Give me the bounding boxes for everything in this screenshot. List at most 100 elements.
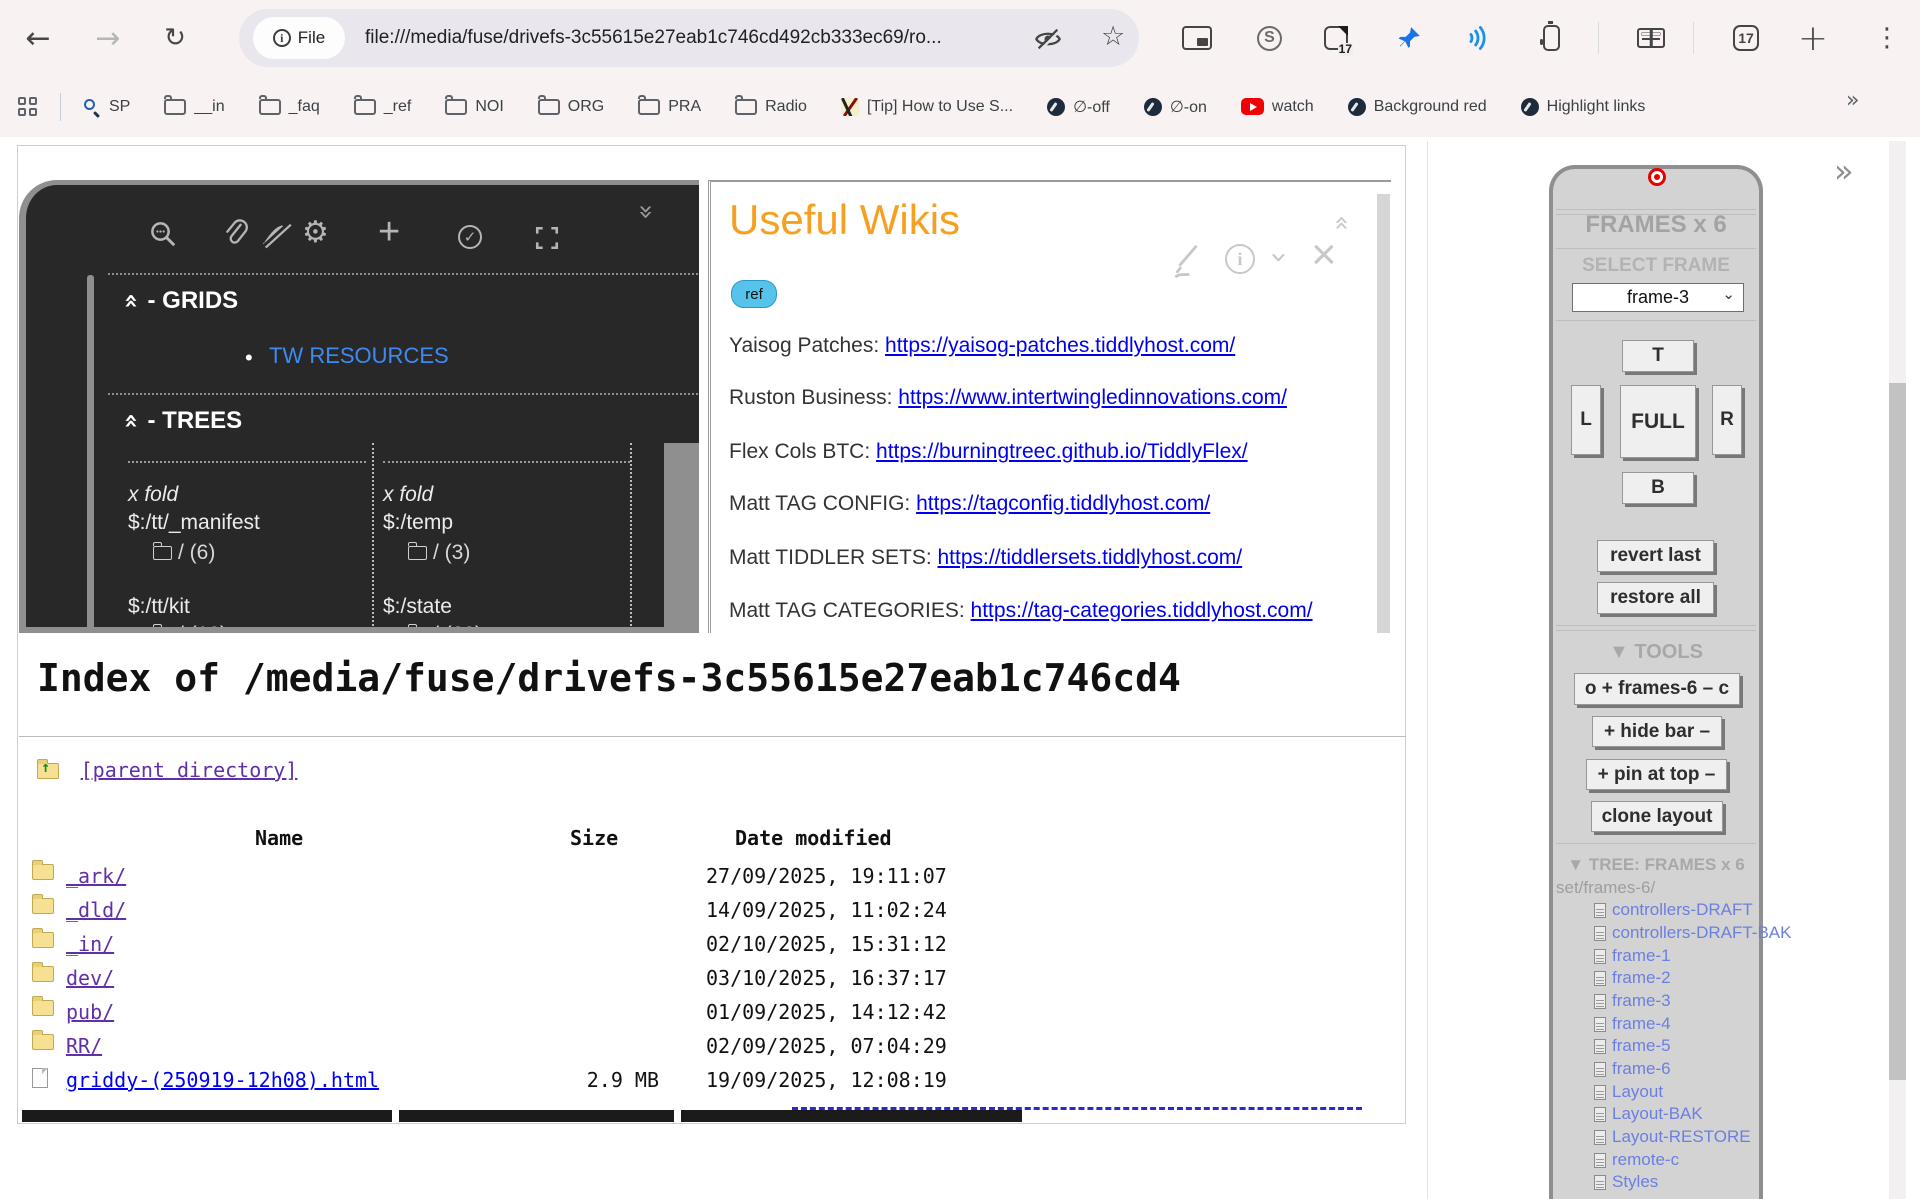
s-extension-icon[interactable]: S [1257, 0, 1282, 76]
gear-icon[interactable]: ⚙ [302, 215, 329, 250]
tree-item[interactable]: Layout-RESTORE [1594, 1127, 1751, 1147]
restore-all-button[interactable]: restore all [1597, 582, 1714, 614]
tree-item[interactable]: frame-5 [1594, 1036, 1671, 1056]
bookmark-watch[interactable]: watch [1241, 98, 1314, 116]
dir-link[interactable]: _in/ [66, 932, 114, 956]
tree-item[interactable]: controllers-DRAFT-BAK [1594, 923, 1791, 943]
tree-node-title[interactable]: $:/temp [383, 511, 453, 535]
reload-icon[interactable]: ↻ [155, 0, 195, 76]
bookmark-folder-in[interactable]: __in [164, 98, 224, 116]
add-plus-icon[interactable]: + [378, 211, 400, 254]
url-text[interactable]: file:///media/fuse/drivefs-3c55615e27eab… [365, 9, 942, 67]
parent-directory-link[interactable]: [parent directory] [81, 758, 298, 782]
tree-node-count[interactable]: / (69) [408, 623, 482, 633]
trees-section-heading[interactable]: » - TREES [122, 407, 242, 435]
grids-section-heading[interactable]: » - GRIDS [122, 287, 238, 315]
bookmark-pen-off[interactable]: ∅-off [1047, 97, 1110, 117]
frame-select[interactable]: frame-3 ⌄ [1572, 283, 1744, 312]
url-bar[interactable]: i File file:///media/fuse/drivefs-3c5561… [239, 9, 1139, 67]
tab-flag-icon[interactable]: 17 [1324, 0, 1348, 76]
dir-link[interactable]: _ark/ [66, 864, 126, 888]
pin-icon[interactable] [1397, 0, 1423, 76]
bookmark-folder-ref[interactable]: _ref [354, 98, 412, 116]
hide-bar-button[interactable]: + hide bar – [1592, 716, 1722, 747]
pin-at-top-button[interactable]: + pin at top – [1586, 759, 1727, 790]
zoom-search-icon[interactable] [148, 219, 178, 249]
wiki-url-link[interactable]: https://tagconfig.tiddlyhost.com/ [916, 492, 1210, 515]
bookmark-pen-on[interactable]: ∅-on [1144, 97, 1207, 117]
tree-item[interactable]: frame-1 [1594, 946, 1671, 966]
info-icon[interactable]: i [1225, 244, 1255, 274]
bookmarks-overflow-chevron[interactable]: » [1846, 88, 1859, 113]
open-frames6-button[interactable]: o + frames-6 – c [1574, 673, 1740, 705]
hidden-eye-icon[interactable] [1034, 27, 1062, 51]
tree-item[interactable]: frame-3 [1594, 991, 1671, 1011]
tree-node-count[interactable]: / (3) [408, 541, 470, 565]
brush-off-icon[interactable] [260, 221, 292, 249]
bookmark-folder-faq[interactable]: _faq [259, 98, 320, 116]
fullscreen-icon[interactable] [534, 225, 560, 251]
forward-icon[interactable]: → [88, 0, 128, 76]
clone-layout-button[interactable]: clone layout [1591, 801, 1723, 832]
extension-icon[interactable] [1543, 0, 1560, 76]
dir-link[interactable]: pub/ [66, 1000, 114, 1024]
wiki-url-link[interactable]: https://www.intertwingledinnovations.com… [898, 386, 1287, 409]
bookmark-folder-org[interactable]: ORG [538, 98, 604, 116]
tree-node-title[interactable]: $:/tt/_manifest [128, 511, 260, 535]
frame-left-scrollbar[interactable] [87, 275, 94, 631]
tree-item[interactable]: remote-c [1594, 1150, 1679, 1170]
tree-item[interactable]: frame-2 [1594, 968, 1671, 988]
new-tab-plus-icon[interactable]: + [1795, 0, 1831, 76]
page-scrollbar-thumb[interactable] [1889, 383, 1906, 1080]
panel-drag-handle-dot[interactable] [1648, 168, 1666, 186]
bookmark-sp[interactable]: SP [83, 98, 130, 116]
wiki-url-link[interactable]: https://tag-categories.tiddlyhost.com/ [971, 599, 1313, 622]
tree-node-title[interactable]: $:/state [383, 595, 452, 619]
paperclip-icon[interactable] [222, 219, 250, 249]
bookmark-folder-noi[interactable]: NOI [445, 98, 503, 116]
tree-node-count[interactable]: / (6) [153, 541, 215, 565]
reading-list-icon[interactable] [1637, 0, 1665, 76]
tree-item[interactable]: controllers-DRAFT [1594, 900, 1753, 920]
bookmark-highlight-links[interactable]: Highlight links [1521, 98, 1646, 116]
bookmark-tip[interactable]: [Tip] How to Use S... [841, 98, 1013, 116]
kebab-menu-icon[interactable]: ⋮ [1872, 0, 1902, 76]
revert-last-button[interactable]: revert last [1597, 540, 1714, 572]
dir-link[interactable]: _dld/ [66, 898, 126, 922]
tag-pill-ref[interactable]: ref [731, 280, 777, 308]
tools-section-heading[interactable]: ▼ TOOLS [1553, 641, 1759, 664]
chevron-down-icon[interactable]: › [1262, 252, 1297, 264]
dir-link[interactable]: RR/ [66, 1034, 102, 1058]
wiki-url-link[interactable]: https://yaisog-patches.tiddlyhost.com/ [885, 334, 1235, 357]
tree-node-title[interactable]: $:/tt/kit [128, 595, 190, 619]
sound-waves-icon[interactable] [1464, 0, 1492, 76]
wiki-frame-scrollbar[interactable] [1377, 194, 1390, 633]
file-scheme-chip[interactable]: i File [253, 17, 345, 59]
bookmark-background-red[interactable]: Background red [1348, 98, 1487, 116]
tree-item[interactable]: Styles [1594, 1172, 1658, 1192]
back-icon[interactable]: ← [18, 0, 58, 76]
tree-item[interactable]: Layout [1594, 1082, 1663, 1102]
bookmark-folder-radio[interactable]: Radio [735, 98, 807, 116]
collapse-section-icon[interactable]: » [116, 413, 144, 429]
dir-link[interactable]: dev/ [66, 966, 114, 990]
apps-grid-icon[interactable] [18, 97, 38, 117]
frame-right-scrollbar[interactable] [664, 443, 699, 632]
page-scrollbar[interactable] [1889, 141, 1906, 1199]
wiki-url-link[interactable]: https://tiddlersets.tiddlyhost.com/ [938, 546, 1243, 569]
tree-node-count[interactable]: / (19) [153, 623, 227, 633]
tree-item[interactable]: frame-6 [1594, 1059, 1671, 1079]
bookmark-star-icon[interactable]: ☆ [1101, 21, 1125, 52]
fold-frame-chevron-icon[interactable]: » [631, 204, 661, 220]
fold-tiddler-chevron-icon[interactable]: » [1326, 215, 1356, 231]
check-circle-icon[interactable]: ✓ [458, 225, 482, 249]
tw-resources-link[interactable]: TW RESOURCES [269, 343, 449, 369]
file-link[interactable]: griddy-(250919-12h08).html [66, 1068, 379, 1092]
tree-item[interactable]: frame-4 [1594, 1014, 1671, 1034]
dock-bottom-button[interactable]: B [1622, 472, 1694, 504]
dock-top-button[interactable]: T [1622, 340, 1694, 372]
wiki-url-link[interactable]: https://burningtreec.github.io/TiddlyFle… [876, 440, 1248, 463]
bookmark-folder-pra[interactable]: PRA [638, 98, 701, 116]
sidebar-collapse-chevron-icon[interactable]: » [1834, 152, 1854, 190]
dock-full-button[interactable]: FULL [1620, 385, 1696, 458]
